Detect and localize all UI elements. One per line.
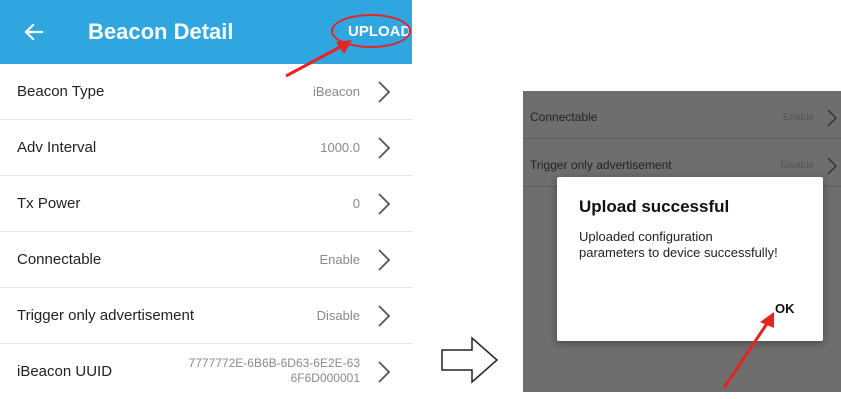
setting-label: Beacon Type bbox=[17, 83, 105, 100]
setting-row-tx-power[interactable]: Tx Power 0 bbox=[0, 176, 412, 232]
setting-row-ibeacon-uuid[interactable]: iBeacon UUID 7777772E-6B6B-6D63-6E2E-63 … bbox=[0, 344, 412, 399]
dialog-message: Uploaded configuration parameters to dev… bbox=[579, 229, 778, 260]
chevron-right-icon bbox=[827, 157, 837, 175]
hollow-right-arrow-icon bbox=[441, 336, 499, 384]
upload-result-screen: Connectable Enable Trigger only advertis… bbox=[523, 91, 841, 392]
setting-label: Connectable bbox=[17, 251, 102, 268]
setting-label: iBeacon UUID bbox=[17, 363, 113, 380]
chevron-right-icon bbox=[378, 361, 391, 383]
setting-row-adv-interval[interactable]: Adv Interval 1000.0 bbox=[0, 120, 412, 176]
upload-success-dialog: Upload successful Uploaded configuration… bbox=[557, 177, 823, 341]
setting-row-beacon-type[interactable]: Beacon Type iBeacon bbox=[0, 64, 412, 120]
chevron-right-icon bbox=[827, 109, 837, 127]
back-arrow-icon[interactable] bbox=[22, 20, 46, 44]
setting-value: 1000.0 bbox=[320, 140, 360, 155]
page-title: Beacon Detail bbox=[88, 19, 234, 44]
setting-value: Disable bbox=[316, 308, 360, 323]
dialog-title: Upload successful bbox=[579, 197, 730, 216]
dimmed-row-connectable: Connectable Enable bbox=[523, 91, 841, 139]
setting-label: Trigger only advertisement bbox=[17, 307, 195, 324]
chevron-right-icon bbox=[378, 305, 391, 327]
chevron-right-icon bbox=[378, 137, 391, 159]
beacon-detail-screen: Beacon Detail UPLOAD Beacon Type iBeacon… bbox=[0, 0, 412, 392]
setting-value: Enable bbox=[782, 112, 814, 123]
settings-list: Beacon Type iBeacon Adv Interval 1000.0 … bbox=[0, 64, 412, 399]
setting-label: Connectable bbox=[530, 110, 598, 124]
setting-label: Adv Interval bbox=[17, 139, 97, 156]
uuid-line-2: 6F6D000001 bbox=[290, 371, 360, 385]
uuid-line-1: 7777772E-6B6B-6D63-6E2E-63 bbox=[188, 356, 360, 370]
setting-value: Enable bbox=[319, 252, 360, 267]
setting-value: 0 bbox=[352, 196, 360, 211]
chevron-right-icon bbox=[378, 193, 391, 215]
setting-value: iBeacon bbox=[313, 84, 360, 99]
chevron-right-icon bbox=[378, 81, 391, 103]
setting-label: Tx Power bbox=[17, 195, 81, 212]
ok-button[interactable]: OK bbox=[775, 301, 795, 316]
setting-row-connectable[interactable]: Connectable Enable bbox=[0, 232, 412, 288]
upload-button[interactable]: UPLOAD bbox=[348, 22, 411, 42]
setting-row-trigger-only-advertisement[interactable]: Trigger only advertisement Disable bbox=[0, 288, 412, 344]
chevron-right-icon bbox=[378, 249, 391, 271]
app-bar: Beacon Detail UPLOAD bbox=[0, 0, 412, 64]
setting-value: 7777772E-6B6B-6D63-6E2E-63 6F6D000001 bbox=[189, 356, 360, 386]
